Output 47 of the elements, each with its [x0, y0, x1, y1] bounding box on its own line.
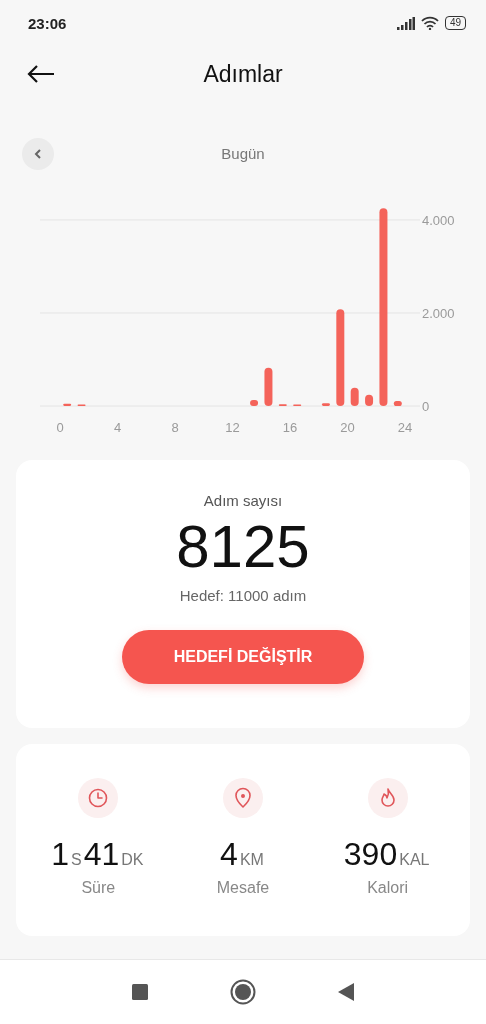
stat-label: Kalori	[367, 879, 409, 897]
clock-icon	[78, 778, 119, 818]
page-title: Adımlar	[203, 60, 283, 87]
step-count-label: Adım sayısı	[203, 492, 283, 509]
stat-label: Mesafe	[216, 879, 270, 897]
y-axis-label: 0	[422, 399, 430, 414]
signal-icon	[396, 16, 415, 30]
stat-label: Süre	[81, 879, 116, 897]
step-bar	[63, 403, 72, 406]
stat-unit: S	[70, 851, 82, 869]
location-pin-icon	[223, 778, 263, 818]
status-time: 23:06	[28, 14, 68, 32]
back-button[interactable]	[26, 64, 56, 84]
stat-value: 1	[51, 836, 69, 873]
step-bar	[321, 403, 330, 406]
step-bar	[365, 394, 374, 406]
stat-unit: KAL	[399, 851, 430, 869]
stat-unit: KM	[239, 851, 264, 869]
x-axis-label: 24	[397, 420, 413, 435]
previous-day-button[interactable]	[22, 138, 54, 170]
step-count: 8125	[176, 515, 310, 579]
step-bar	[250, 399, 259, 406]
x-axis-label: 4	[113, 420, 122, 435]
y-axis-label: 2.000	[422, 306, 455, 321]
stat-value: 41	[83, 836, 120, 873]
flame-icon	[367, 778, 408, 818]
chevron-left-icon	[34, 148, 42, 160]
step-bar	[350, 387, 359, 406]
stat-value: 4	[220, 836, 238, 873]
x-axis-label: 16	[282, 420, 298, 435]
stat-value: 390	[343, 836, 398, 873]
y-axis-label: 4.000	[422, 212, 455, 228]
change-goal-button[interactable]: HEDEFİ DEĞİŞTİR	[122, 630, 364, 684]
goal-text: Hedef: 11000 adım	[179, 587, 307, 604]
step-bar	[393, 400, 402, 406]
wifi-icon	[420, 16, 439, 30]
x-axis-label: 0	[56, 420, 64, 435]
x-axis-label: 12	[225, 420, 240, 435]
date-label: Bugün	[221, 145, 265, 162]
stat-unit: DK	[121, 851, 144, 869]
step-bar	[264, 367, 273, 406]
x-axis-label: 20	[340, 420, 355, 435]
back-arrow-icon	[26, 64, 56, 84]
home-button[interactable]	[230, 979, 256, 1005]
battery-icon: 49	[444, 16, 466, 30]
back-nav-button[interactable]	[338, 983, 354, 1001]
x-axis-label: 8	[171, 420, 179, 435]
